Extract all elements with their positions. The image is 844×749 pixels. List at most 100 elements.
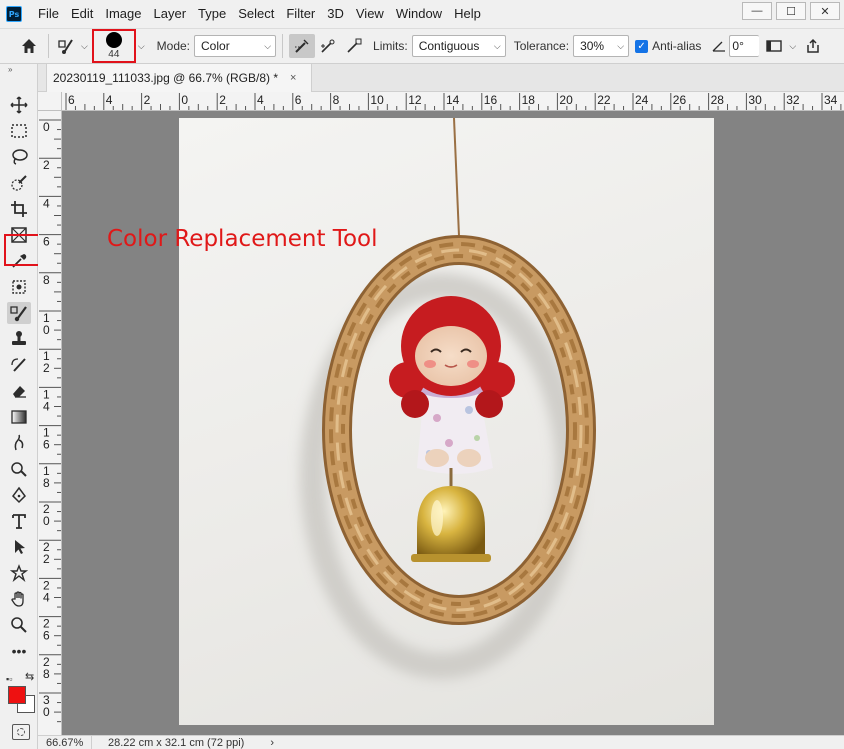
crop-tool[interactable]: [7, 198, 31, 220]
ruler-label: 24: [635, 93, 649, 107]
chevron-down-icon[interactable]: ⌵: [789, 41, 796, 52]
menu-view[interactable]: View: [350, 0, 390, 28]
menu-edit[interactable]: Edit: [65, 0, 99, 28]
custom-shape-tool[interactable]: [7, 562, 31, 584]
tool-preset-picker[interactable]: [55, 34, 77, 58]
sampling-once-button[interactable]: [315, 34, 341, 58]
swap-colors-icon[interactable]: ⇆: [25, 670, 34, 683]
tolerance-input[interactable]: 30% ⌵: [573, 35, 630, 57]
path-selection-tool[interactable]: [7, 536, 31, 558]
ruler-label: 2: [144, 93, 151, 107]
mode-value: Color: [201, 39, 230, 53]
ruler-label: 26: [673, 93, 687, 107]
history-brush-tool[interactable]: [7, 354, 31, 376]
sampling-background-icon: [347, 38, 362, 53]
menu-help[interactable]: Help: [448, 0, 487, 28]
smudge-tool[interactable]: [7, 432, 31, 454]
collapse-chevron-icon[interactable]: »: [8, 65, 13, 74]
annotation-label: Color Replacement Tool: [107, 226, 378, 252]
menu-file[interactable]: File: [32, 0, 65, 28]
close-button[interactable]: ✕: [810, 2, 840, 20]
history-brush-icon: [11, 358, 26, 372]
hand-icon: [11, 591, 24, 607]
lasso-tool[interactable]: [7, 146, 31, 168]
ruler-label: 8: [43, 273, 50, 287]
home-button[interactable]: [16, 34, 42, 58]
move-tool[interactable]: [7, 94, 31, 116]
anti-alias-checkbox[interactable]: ✓: [635, 39, 649, 53]
menu-select[interactable]: Select: [232, 0, 280, 28]
menu-bar: Ps File Edit Image Layer Type Select Fil…: [0, 0, 844, 28]
ruler-label: 8: [43, 667, 50, 681]
default-colors-icon[interactable]: ▪▫: [6, 674, 12, 684]
home-icon: [22, 39, 36, 53]
menu-window[interactable]: Window: [390, 0, 448, 28]
marquee-icon: [11, 124, 27, 138]
maximize-button[interactable]: ☐: [776, 2, 806, 20]
ruler-label: 2: [43, 158, 50, 172]
document-canvas[interactable]: [179, 118, 714, 725]
type-tool[interactable]: [7, 510, 31, 532]
zoom-tool[interactable]: [7, 614, 31, 636]
close-icon[interactable]: ×: [290, 72, 296, 84]
separator: [48, 34, 49, 58]
angle-value: 0°: [732, 39, 744, 53]
type-icon: [12, 514, 26, 529]
gradient-tool[interactable]: [7, 406, 31, 428]
ruler-label: 2: [43, 552, 50, 566]
eraser-tool[interactable]: [7, 380, 31, 402]
dodge-icon: [11, 462, 27, 477]
color-replacement-tool[interactable]: [7, 302, 31, 324]
menu-layer[interactable]: Layer: [148, 0, 193, 28]
sampling-once-icon: [321, 39, 335, 53]
photo-image: [300, 118, 596, 679]
sampling-background-button[interactable]: [341, 34, 367, 58]
ruler-origin[interactable]: [38, 92, 62, 111]
chevron-down-icon[interactable]: ⌵: [138, 41, 145, 52]
zoom-level[interactable]: 66.67%: [38, 735, 92, 749]
quick-selection-tool[interactable]: [7, 172, 31, 194]
tolerance-label: Tolerance:: [513, 39, 570, 53]
horizontal-ruler[interactable]: 6 4 2 0 2 4 6 8 10 12 14 16 18 20 22 24 26 28 30 32 34: [62, 92, 844, 111]
minimize-button[interactable]: —: [742, 2, 772, 20]
menu-image[interactable]: Image: [99, 0, 147, 28]
chevron-down-icon[interactable]: ⌵: [81, 41, 88, 52]
ruler-label: 12: [408, 93, 422, 107]
hand-tool[interactable]: [7, 588, 31, 610]
menu-type[interactable]: Type: [192, 0, 232, 28]
pressure-size-button[interactable]: [763, 34, 785, 58]
limits-select[interactable]: Contiguous ⌵: [411, 35, 506, 57]
foreground-color-swatch[interactable]: [8, 686, 26, 704]
document-size: 28.22 cm x 32.1 cm (72 ppi): [108, 736, 245, 749]
clone-stamp-tool[interactable]: [7, 328, 31, 350]
marquee-tool[interactable]: [7, 120, 31, 142]
document-tab[interactable]: 20230119_111033.jpg @ 66.7% (RGB/8) * ×: [46, 64, 312, 92]
vertical-ruler[interactable]: 024681012141618202224262830: [38, 111, 62, 735]
chevron-right-icon[interactable]: ›: [270, 737, 274, 749]
ruler-label: 14: [446, 93, 460, 107]
menu-3d[interactable]: 3D: [321, 0, 350, 28]
quick-mask-button[interactable]: [12, 724, 30, 740]
more-tools-button[interactable]: •••: [7, 640, 31, 662]
ruler-label: 0: [181, 93, 188, 107]
pen-tool[interactable]: [7, 484, 31, 506]
ruler-label: 0: [43, 120, 50, 134]
document-tab-title: 20230119_111033.jpg @ 66.7% (RGB/8) *: [53, 71, 278, 85]
pen-icon: [12, 486, 26, 504]
share-button[interactable]: [802, 34, 824, 58]
canvas-area[interactable]: [62, 111, 844, 735]
brush-preset-picker[interactable]: 44: [91, 29, 136, 63]
patch-tool[interactable]: [7, 276, 31, 298]
ruler-label: 0: [43, 514, 50, 528]
sampling-continuous-button[interactable]: [289, 34, 316, 58]
color-replacement-icon: [58, 39, 73, 54]
limits-label: Limits:: [373, 39, 408, 53]
angle-input[interactable]: 0°: [729, 35, 760, 57]
menu-filter[interactable]: Filter: [280, 0, 321, 28]
dodge-tool[interactable]: [7, 458, 31, 480]
ruler-label: 18: [522, 93, 536, 107]
angle-icon: [709, 34, 729, 58]
mode-select[interactable]: Color ⌵: [194, 35, 277, 57]
ruler-label: 22: [597, 93, 611, 107]
brush-tip-icon: [105, 32, 122, 48]
